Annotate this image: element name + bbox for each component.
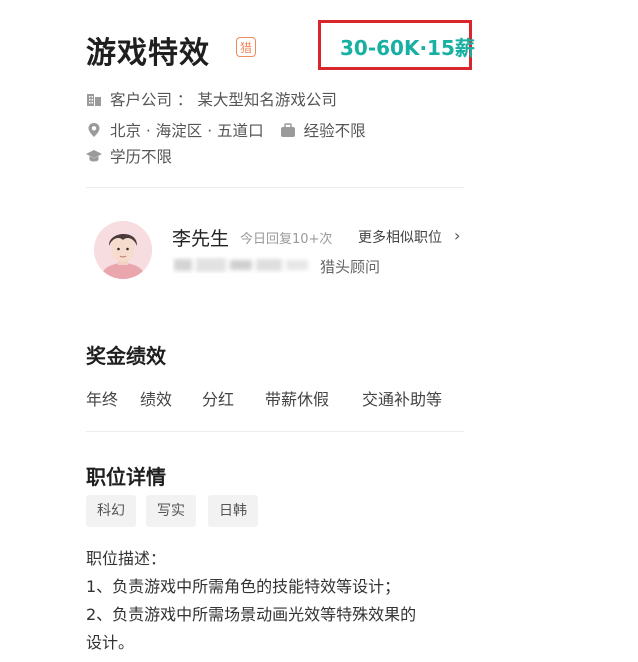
contact-role: 猎头顾问: [320, 258, 381, 276]
location-row: 北京 · 海淀区 · 五道口 经验不限: [86, 119, 366, 141]
location-text: 北京 · 海淀区 · 五道口: [110, 122, 264, 140]
education-row: 学历不限: [86, 145, 172, 167]
divider: [86, 431, 464, 432]
job-title: 游戏特效: [86, 36, 210, 71]
description-label: 职位描述：: [86, 549, 167, 568]
chevron-right-icon[interactable]: ›: [454, 226, 460, 245]
details-title: 职位详情: [86, 465, 166, 489]
graduation-cap-icon: [86, 150, 102, 162]
location-pin-icon: [88, 123, 100, 137]
education-text: 学历不限: [110, 148, 173, 166]
company-label: 客户公司 ： 某大型知名游戏公司: [110, 91, 337, 109]
contact-name: 李先生: [172, 228, 230, 250]
salary: 30-60K·15薪: [340, 36, 475, 60]
benefit-item: 年终: [86, 390, 119, 409]
headhunter-badge: 猎: [236, 37, 256, 57]
style-tag: 日韩: [208, 495, 258, 527]
more-similar-jobs-link[interactable]: 更多相似职位: [358, 227, 442, 247]
divider: [86, 187, 464, 188]
experience-text: 经验不限: [303, 122, 366, 140]
style-tag: 科幻: [86, 495, 136, 527]
benefit-item: 分红: [202, 390, 235, 409]
benefits-title: 奖金绩效: [86, 344, 166, 368]
description-line: 设计。: [86, 633, 135, 652]
description-line: 1、负责游戏中所需角色的技能特效等设计；: [86, 577, 401, 596]
reply-count: 今日回复10+次: [240, 232, 333, 247]
benefit-item: 绩效: [140, 390, 173, 409]
benefit-item: 交通补助等: [362, 390, 443, 409]
description-line: 2、负责游戏中所需场景动画光效等特殊效果的: [86, 605, 417, 624]
briefcase-icon: [280, 123, 295, 137]
benefit-item: 带薪休假: [265, 390, 330, 409]
avatar-illustration: [94, 221, 152, 279]
style-tag: 写实: [146, 495, 196, 527]
avatar[interactable]: [94, 221, 152, 279]
company-row: 客户公司 ： 某大型知名游戏公司: [86, 88, 337, 110]
blurred-company-name: [174, 258, 308, 272]
building-icon: [87, 94, 101, 106]
